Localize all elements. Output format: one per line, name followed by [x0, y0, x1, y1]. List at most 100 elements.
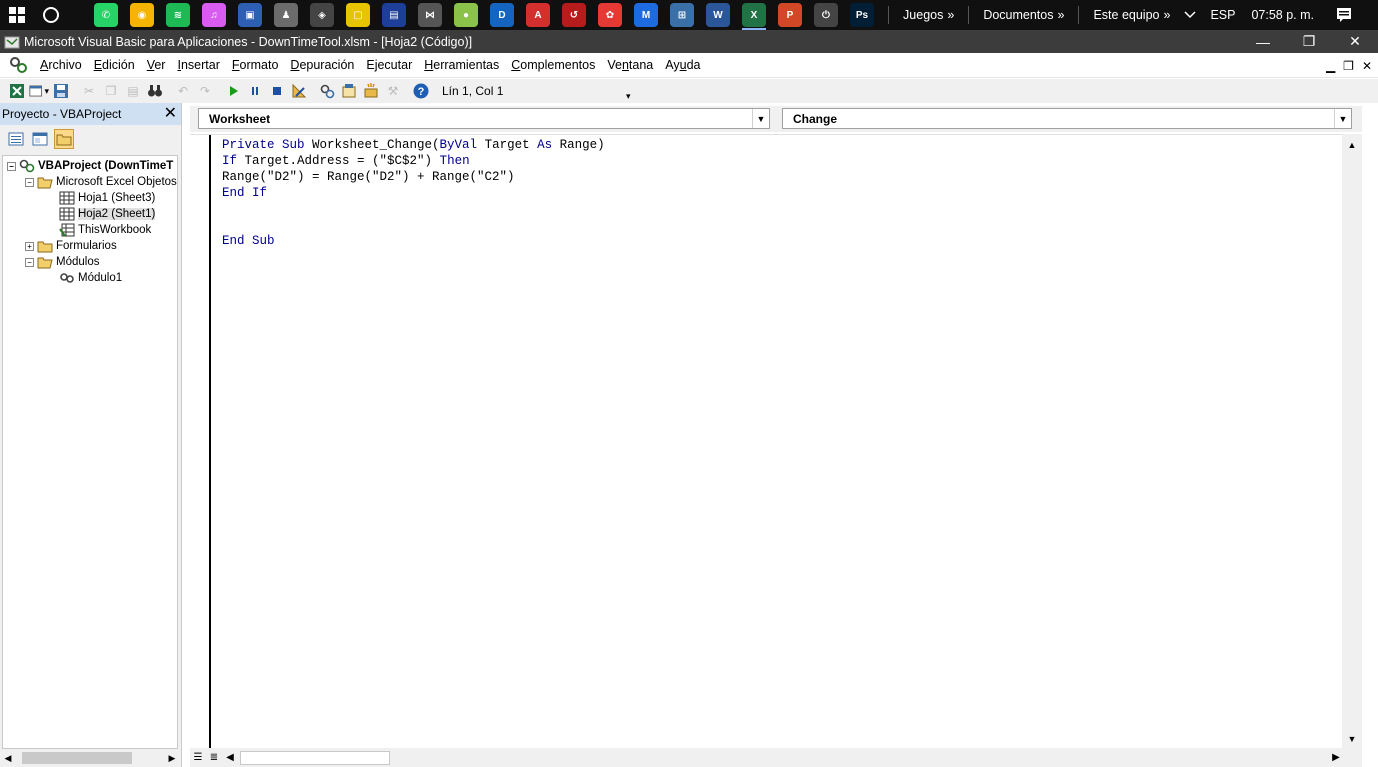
excel-icon[interactable]: X: [742, 3, 766, 30]
collapse-icon[interactable]: −: [25, 257, 34, 267]
toolbar-este-equipo[interactable]: Este equipo»: [1089, 8, 1174, 22]
object-combo[interactable]: Worksheet ▼: [198, 108, 770, 129]
toolbar-juegos[interactable]: Juegos»: [899, 8, 958, 22]
run-icon[interactable]: [223, 81, 243, 101]
object-browser-icon[interactable]: [361, 81, 381, 101]
screen: ✆ ◉ ≋ ♫ ▣ ♟ ◈ ▢ ▤ ⋈ ● D A ↺ ✿ M ⊞ W X P ⏻ Ps Juegos» Document…: [0, 0, 1378, 767]
project-horizontal-scrollbar[interactable]: ◀ ▶: [0, 749, 180, 767]
app-icon-blue-logo[interactable]: ▤: [382, 3, 406, 27]
expand-icon[interactable]: +: [25, 241, 34, 251]
tree-node-thisworkbook[interactable]: ThisWorkbook: [59, 222, 151, 238]
procedure-view-icon[interactable]: ☰: [190, 752, 206, 763]
menu-item[interactable]: Edición: [88, 58, 141, 72]
code-vertical-scrollbar[interactable]: ▲ ▼: [1342, 134, 1362, 748]
properties-window-icon[interactable]: [339, 81, 359, 101]
code-editor[interactable]: Private Sub Worksheet_Change(ByVal Targe…: [190, 134, 1342, 749]
mdi-minimize-icon[interactable]: ▁: [1326, 59, 1335, 73]
app-icon-person[interactable]: ♟: [274, 3, 298, 27]
minimize-icon[interactable]: —: [1240, 30, 1286, 53]
app-icon-remote[interactable]: ⊞: [670, 3, 694, 27]
tree-node-formularios[interactable]: + Formularios: [25, 238, 117, 254]
scroll-right-icon[interactable]: ▶: [164, 753, 180, 764]
app-icon-network[interactable]: ⋈: [418, 3, 442, 27]
project-explorer-icon[interactable]: [317, 81, 337, 101]
toolbar-options-icon[interactable]: ▾: [626, 91, 631, 102]
full-module-view-icon[interactable]: ≣: [206, 752, 222, 763]
app-icon-m[interactable]: M: [634, 3, 658, 27]
chrome-icon[interactable]: ◉: [130, 3, 154, 27]
code-horizontal-scrollbar[interactable]: ☰ ≣ ◀ ▶: [190, 748, 1362, 767]
menu-item[interactable]: Complementos: [505, 58, 601, 72]
reset-icon[interactable]: [267, 81, 287, 101]
powerpoint-icon[interactable]: P: [778, 3, 802, 27]
collapse-icon[interactable]: −: [25, 177, 34, 187]
view-excel-icon[interactable]: [7, 81, 27, 101]
view-object-icon[interactable]: [30, 129, 50, 149]
app-icon-plug[interactable]: ⏻: [814, 3, 838, 27]
app-icon-blue-d[interactable]: D: [490, 3, 514, 27]
menu-item[interactable]: Ventana: [601, 58, 659, 72]
acrobat-icon[interactable]: A: [526, 3, 550, 27]
toggle-folders-icon[interactable]: [54, 129, 74, 149]
view-code-icon[interactable]: [6, 129, 26, 149]
itunes-icon[interactable]: ♫: [202, 3, 226, 27]
cortana-search-icon[interactable]: [34, 0, 68, 30]
vba-menu-icon[interactable]: [8, 55, 28, 75]
procedure-combo[interactable]: Change ▼: [782, 108, 1352, 129]
tree-node-excel-objects[interactable]: − Microsoft Excel Objetos: [25, 174, 177, 190]
restore-icon[interactable]: ❐: [1286, 30, 1332, 53]
windows-start-icon[interactable]: [0, 0, 34, 30]
scroll-thumb[interactable]: [22, 752, 132, 764]
app-icon-colors[interactable]: ✿: [598, 3, 622, 27]
save-icon[interactable]: [51, 81, 71, 101]
tree-node-hoja2[interactable]: Hoja2 (Sheet1): [59, 206, 156, 222]
tree-node-vbaproject[interactable]: − VBAProject (DownTimeT: [7, 158, 173, 174]
language-indicator[interactable]: ESP: [1206, 8, 1239, 22]
scroll-thumb[interactable]: [240, 750, 390, 765]
insert-userform-icon[interactable]: ▾: [29, 81, 49, 101]
dropdown-arrow-icon[interactable]: ▼: [1334, 109, 1351, 128]
notifications-icon[interactable]: [1332, 7, 1356, 23]
menu-item[interactable]: Herramientas: [418, 58, 505, 72]
mdi-restore-icon[interactable]: ❐: [1343, 59, 1354, 73]
menu-item[interactable]: Archivo: [34, 58, 88, 72]
mdi-close-icon[interactable]: ✕: [1362, 59, 1372, 73]
design-mode-icon[interactable]: [289, 81, 309, 101]
whatsapp-icon[interactable]: ✆: [94, 3, 118, 27]
tree-node-modulo1[interactable]: Módulo1: [59, 270, 122, 286]
clock[interactable]: 07:58 p. m.: [1247, 8, 1318, 22]
app-icon-red-arrow[interactable]: ↺: [562, 3, 586, 27]
code-margin[interactable]: [190, 135, 211, 749]
app-icon-green-lock[interactable]: ●: [454, 3, 478, 27]
pause-icon[interactable]: [245, 81, 265, 101]
app-icon-blue[interactable]: ▣: [238, 3, 262, 27]
close-icon[interactable]: ✕: [164, 106, 177, 122]
photoshop-icon[interactable]: Ps: [850, 3, 874, 27]
scroll-up-icon[interactable]: ▲: [1348, 140, 1357, 150]
spotify-icon[interactable]: ≋: [166, 3, 190, 27]
show-hidden-icons-icon[interactable]: [1180, 11, 1200, 19]
dropdown-arrow-icon[interactable]: ▼: [752, 109, 769, 128]
code-lines[interactable]: Private Sub Worksheet_Change(ByVal Targe…: [222, 137, 605, 249]
scroll-left-icon[interactable]: ◀: [222, 752, 238, 763]
toolbar-documentos[interactable]: Documentos»: [979, 8, 1068, 22]
help-icon[interactable]: ?: [411, 81, 431, 101]
collapse-icon[interactable]: −: [7, 161, 16, 171]
app-icon-yellow-square[interactable]: ▢: [346, 3, 370, 27]
tree-node-hoja1[interactable]: Hoja1 (Sheet3): [59, 190, 155, 206]
menu-item[interactable]: Ejecutar: [360, 58, 418, 72]
app-icon-cube[interactable]: ◈: [310, 3, 334, 27]
close-icon[interactable]: ✕: [1332, 30, 1378, 53]
menu-item[interactable]: Ver: [141, 58, 172, 72]
scroll-left-icon[interactable]: ◀: [0, 753, 16, 764]
menu-item[interactable]: Ayuda: [659, 58, 706, 72]
worksheet-icon: [59, 207, 75, 221]
menu-item[interactable]: Formato: [226, 58, 285, 72]
menu-item[interactable]: Insertar: [171, 58, 225, 72]
scroll-down-icon[interactable]: ▼: [1348, 734, 1357, 744]
menu-item[interactable]: Depuración: [284, 58, 360, 72]
find-icon[interactable]: [145, 81, 165, 101]
word-icon[interactable]: W: [706, 3, 730, 27]
scroll-right-icon[interactable]: ▶: [1328, 752, 1344, 763]
tree-node-modulos[interactable]: − Módulos: [25, 254, 99, 270]
